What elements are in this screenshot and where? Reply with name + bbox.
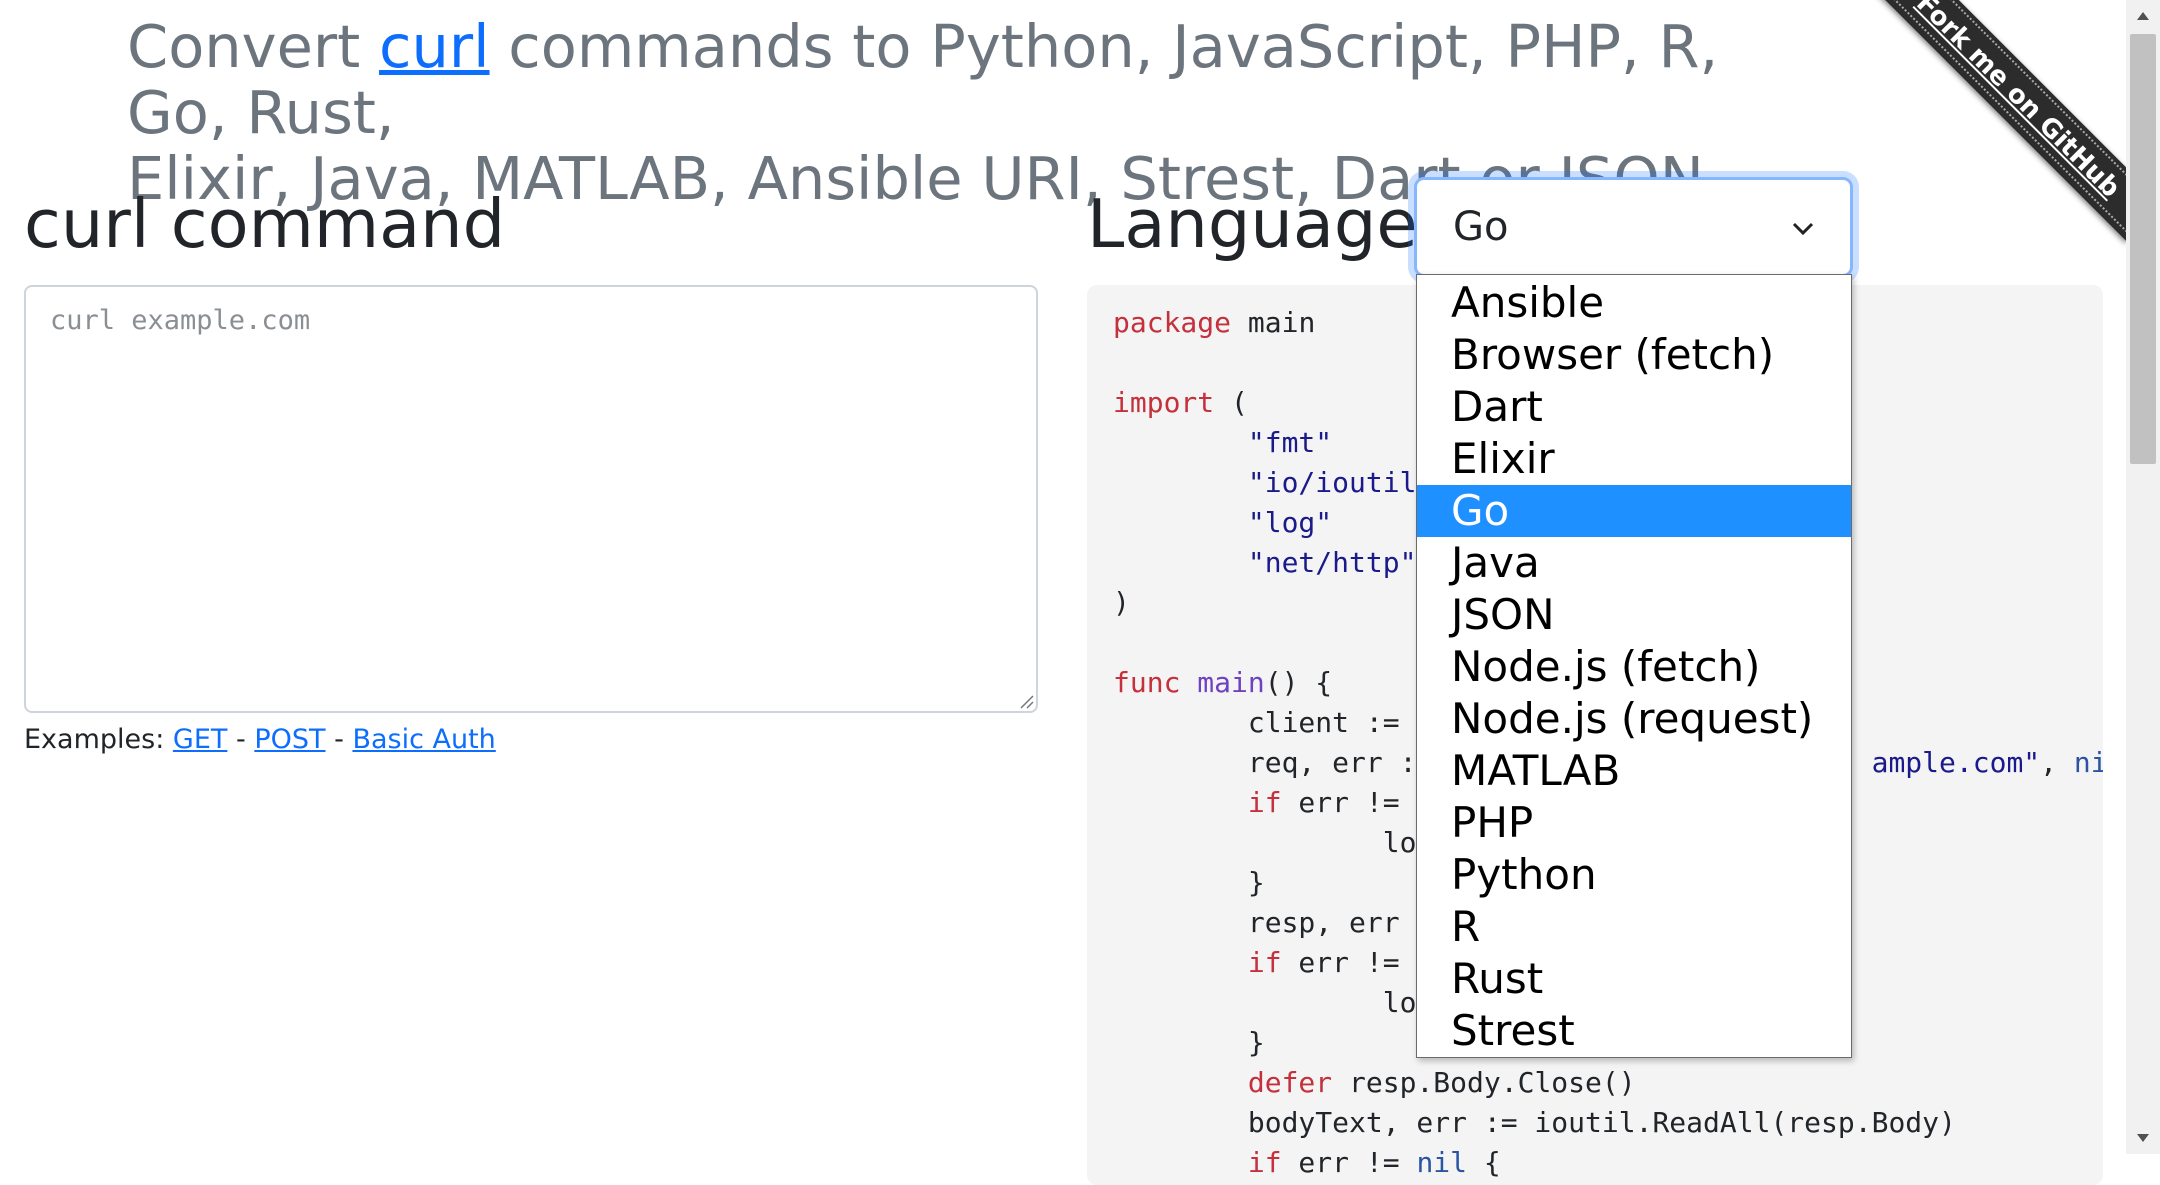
code-nil: nil (2073, 746, 2103, 779)
code-line: "io/ioutil" (1113, 466, 1433, 499)
arrow-down-icon[interactable] (2135, 1132, 2151, 1144)
page-scrollbar[interactable] (2126, 0, 2160, 1154)
code-line: if err != n (1113, 946, 1433, 979)
examples-separator: - (235, 724, 246, 755)
code-keyword: package (1113, 306, 1232, 339)
resize-handle-icon[interactable] (1018, 693, 1034, 709)
headline-prefix: Convert (127, 12, 380, 81)
code-line: resp, err : (1113, 906, 1434, 939)
code-keyword: defer (1247, 1066, 1333, 1099)
code-line: bodyText, err := ioutil.ReadAll(resp.Bod… (1113, 1106, 1956, 1139)
code-line: "fmt" (1113, 426, 1332, 459)
examples-row: Examples: GET - POST - Basic Auth (24, 722, 496, 758)
language-select-value: Go (1453, 204, 1509, 250)
language-option-matlab[interactable]: MATLAB (1417, 745, 1851, 797)
language-option-r[interactable]: R (1417, 901, 1851, 953)
code-line: "log" (1113, 506, 1332, 539)
curl-command-input[interactable] (24, 285, 1038, 713)
code-nil: nil (1416, 1146, 1468, 1179)
code-line: if err != nil { (1247, 1146, 1501, 1179)
code-line: import ( (1113, 386, 1248, 419)
code-keyword: func (1113, 666, 1181, 699)
code-line: func main() { (1113, 666, 1333, 699)
language-label: Language: (1087, 185, 1441, 263)
code-keyword: if (1247, 946, 1282, 979)
language-option-dart[interactable]: Dart (1417, 381, 1851, 433)
language-select[interactable]: Go (1414, 177, 1853, 277)
language-option-java[interactable]: Java (1417, 537, 1851, 589)
examples-label: Examples: (24, 724, 165, 755)
language-option-strest[interactable]: Strest (1417, 1005, 1851, 1057)
language-option-ansible[interactable]: Ansible (1417, 277, 1851, 329)
code-string: "io/ioutil" (1247, 466, 1434, 499)
code-keyword: if (1247, 786, 1282, 819)
github-ribbon-container: Fork me on GitHub (1866, 0, 2126, 260)
language-option-nodejs-fetch[interactable]: Node.js (fetch) (1417, 641, 1851, 693)
language-option-nodejs-request[interactable]: Node.js (request) (1417, 693, 1851, 745)
language-option-go[interactable]: Go (1417, 485, 1851, 537)
language-dropdown-list[interactable]: Ansible Browser (fetch) Dart Elixir Go J… (1416, 274, 1852, 1058)
language-option-php[interactable]: PHP (1417, 797, 1851, 849)
code-line: "net/http" (1113, 546, 1417, 579)
code-function: main (1197, 666, 1265, 699)
arrow-up-icon[interactable] (2135, 10, 2151, 22)
language-option-elixir[interactable]: Elixir (1417, 433, 1851, 485)
language-option-rust[interactable]: Rust (1417, 953, 1851, 1005)
code-keyword: if (1247, 1146, 1282, 1179)
curl-command-title: curl command (24, 185, 506, 263)
curl-link[interactable]: curl (379, 12, 489, 81)
scrollbar-thumb[interactable] (2130, 34, 2156, 464)
code-line: log (1113, 986, 1434, 1019)
code-line: log (1113, 826, 1434, 859)
language-option-browser-fetch[interactable]: Browser (fetch) (1417, 329, 1851, 381)
code-string: "log" (1247, 506, 1333, 539)
fork-me-on-github-ribbon[interactable]: Fork me on GitHub (1872, 0, 2126, 242)
language-option-python[interactable]: Python (1417, 849, 1851, 901)
code-line: } (1113, 1026, 1265, 1059)
code-line: client := & (1113, 706, 1434, 739)
example-post-link[interactable]: POST (254, 724, 325, 755)
code-line: } (1113, 866, 1265, 899)
example-basic-auth-link[interactable]: Basic Auth (352, 724, 495, 755)
code-line: ) (1113, 586, 1130, 619)
code-string: "fmt" (1247, 426, 1333, 459)
chevron-down-icon (1792, 222, 1814, 236)
code-line: package main (1113, 306, 1316, 339)
language-option-json[interactable]: JSON (1417, 589, 1851, 641)
code-keyword: import (1113, 386, 1215, 419)
examples-separator: - (334, 724, 344, 755)
code-line: if err != n (1113, 786, 1433, 819)
code-string: "net/http" (1247, 546, 1417, 579)
code-string: ample.com" (1871, 746, 2041, 779)
example-get-link[interactable]: GET (173, 724, 227, 755)
code-line: defer resp.Body.Close() (1247, 1066, 1636, 1099)
